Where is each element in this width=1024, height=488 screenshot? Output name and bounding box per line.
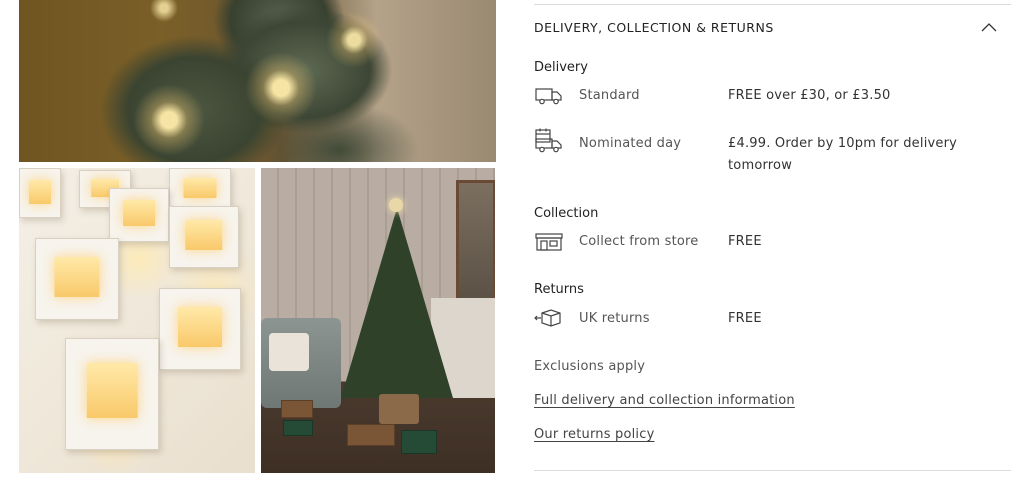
returns-policy-link[interactable]: Our returns policy — [534, 427, 654, 442]
uk-returns-value: FREE — [728, 311, 762, 326]
collect-from-store-label: Collect from store — [579, 234, 699, 249]
store-icon — [535, 233, 563, 251]
gift-box — [347, 424, 395, 446]
return-parcel-icon — [534, 309, 561, 327]
light-house-shape — [35, 238, 119, 320]
standard-delivery-value: FREE over £30, or £3.50 — [728, 88, 891, 103]
product-page: DELIVERY, COLLECTION & RETURNS Delivery … — [0, 0, 1024, 488]
calendar-van-icon — [535, 128, 562, 153]
living-room-tree-image[interactable] — [261, 168, 495, 473]
panel-divider — [534, 470, 1011, 471]
gift-box — [283, 420, 313, 436]
light-house-shape — [169, 168, 231, 210]
nominated-day-label: Nominated day — [579, 136, 682, 151]
uk-returns-label: UK returns — [579, 311, 650, 326]
collect-from-store-value: FREE — [728, 234, 762, 249]
gift-box — [281, 400, 313, 418]
accordion-title: DELIVERY, COLLECTION & RETURNS — [534, 20, 774, 35]
collection-heading: Collection — [534, 206, 599, 221]
nominated-day-value: £4.99. Order by 10pm for delivery tomorr… — [728, 136, 958, 173]
light-house-shape — [109, 188, 169, 242]
exclusions-note: Exclusions apply — [534, 359, 646, 374]
light-house-shape — [65, 338, 159, 450]
gift-box — [401, 430, 437, 454]
christmas-tree — [341, 208, 453, 398]
light-house-shape — [159, 288, 241, 370]
tree-basket — [379, 394, 419, 424]
standard-delivery-label: Standard — [579, 88, 640, 103]
delivery-heading: Delivery — [534, 60, 588, 75]
house-fairy-lights-image[interactable] — [19, 168, 255, 473]
delivery-collection-returns-panel: DELIVERY, COLLECTION & RETURNS Delivery … — [534, 4, 1011, 442]
light-house-shape — [169, 206, 239, 268]
room-window — [456, 180, 495, 306]
tree-lights-closeup-image[interactable] — [19, 0, 496, 162]
light-house-shape — [19, 168, 61, 218]
room-cushion — [269, 333, 309, 371]
delivery-van-icon — [535, 88, 562, 105]
delivery-accordion-header[interactable]: DELIVERY, COLLECTION & RETURNS — [534, 5, 1011, 51]
chevron-up-icon[interactable] — [981, 22, 997, 32]
full-delivery-info-link[interactable]: Full delivery and collection information — [534, 393, 795, 408]
returns-heading: Returns — [534, 282, 584, 297]
tree-star — [389, 198, 403, 212]
